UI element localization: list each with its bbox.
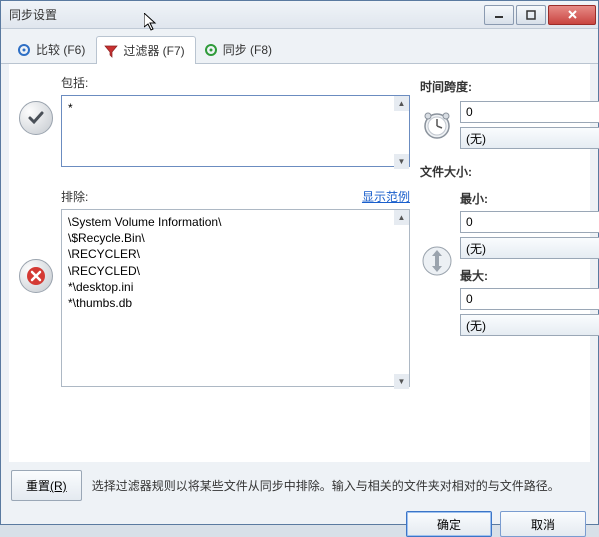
- min-label: 最小:: [460, 190, 599, 207]
- exclude-textarea[interactable]: [61, 209, 410, 387]
- min-value-input[interactable]: [460, 211, 599, 233]
- right-column: 时间跨度: ▲▼ ▼: [420, 74, 580, 452]
- title-bar[interactable]: 同步设置: [1, 1, 598, 29]
- tab-filter[interactable]: 过滤器 (F7): [96, 36, 195, 64]
- show-example-link[interactable]: 显示范例: [362, 188, 410, 205]
- gear-icon: [16, 42, 32, 58]
- timespan-unit-combo[interactable]: ▼: [460, 127, 599, 149]
- maximize-button[interactable]: [516, 5, 546, 25]
- reset-key: (R): [50, 479, 67, 493]
- window-buttons: [484, 5, 598, 25]
- include-label: 包括:: [61, 74, 88, 91]
- tab-compare[interactable]: 比较 (F6): [9, 35, 96, 63]
- window-title: 同步设置: [9, 6, 484, 23]
- scroll-up-button[interactable]: ▲: [394, 96, 409, 111]
- timespan-title: 时间跨度:: [420, 78, 580, 95]
- scroll-up-button[interactable]: ▲: [394, 210, 409, 225]
- exclude-x-icon: [19, 259, 53, 293]
- filesize-title: 文件大小:: [420, 163, 580, 180]
- funnel-icon: [103, 43, 119, 59]
- left-column: 包括: ▲ ▼ 排除: 显示范例: [19, 74, 410, 452]
- max-unit-display[interactable]: [460, 314, 599, 336]
- tab-bar: 比较 (F6) 过滤器 (F7) 同步 (F8): [1, 29, 598, 64]
- tab-label: 过滤器 (F7): [123, 42, 184, 59]
- min-unit-display[interactable]: [460, 237, 599, 259]
- clock-icon: [420, 108, 454, 142]
- reset-label: 重置: [26, 479, 50, 493]
- include-textarea[interactable]: [61, 95, 410, 167]
- max-value-input[interactable]: [460, 288, 599, 310]
- tab-sync[interactable]: 同步 (F8): [196, 35, 283, 63]
- reset-button[interactable]: 重置(R): [11, 470, 82, 501]
- scroll-down-button[interactable]: ▼: [394, 374, 409, 389]
- close-button[interactable]: [548, 5, 596, 25]
- timespan-unit-display[interactable]: [460, 127, 599, 149]
- max-unit-combo[interactable]: ▼: [460, 314, 599, 336]
- ok-button[interactable]: 确定: [406, 511, 492, 537]
- timespan-value-input[interactable]: [460, 101, 599, 123]
- tab-content: 包括: ▲ ▼ 排除: 显示范例: [9, 64, 590, 462]
- dialog-buttons: 确定 取消: [1, 501, 598, 537]
- cancel-button[interactable]: 取消: [500, 511, 586, 537]
- timespan-spinner[interactable]: ▲▼: [460, 101, 599, 123]
- include-check-icon: [19, 101, 53, 135]
- bottom-row: 重置(R) 选择过滤器规则以将某些文件从同步中排除。输入与相关的文件夹对相对的与…: [1, 470, 598, 501]
- timespan-group: 时间跨度: ▲▼ ▼: [420, 78, 580, 149]
- size-arrows-icon: [420, 244, 454, 278]
- max-label: 最大:: [460, 267, 599, 284]
- minimize-button[interactable]: [484, 5, 514, 25]
- min-spinner[interactable]: ▲▼: [460, 211, 599, 233]
- sync-gear-icon: [203, 42, 219, 58]
- dialog-window: 同步设置 比较 (F6) 过滤器 (F7) 同步 (F8) 包括:: [0, 0, 599, 525]
- hint-text: 选择过滤器规则以将某些文件从同步中排除。输入与相关的文件夹对相对的与文件路径。: [92, 477, 588, 494]
- exclude-label: 排除:: [61, 188, 88, 205]
- min-unit-combo[interactable]: ▼: [460, 237, 599, 259]
- tab-label: 比较 (F6): [36, 41, 85, 58]
- max-spinner[interactable]: ▲▼: [460, 288, 599, 310]
- tab-label: 同步 (F8): [223, 41, 272, 58]
- filesize-group: 文件大小: 最小: ▲▼ ▼: [420, 163, 580, 336]
- scroll-down-button[interactable]: ▼: [394, 154, 409, 169]
